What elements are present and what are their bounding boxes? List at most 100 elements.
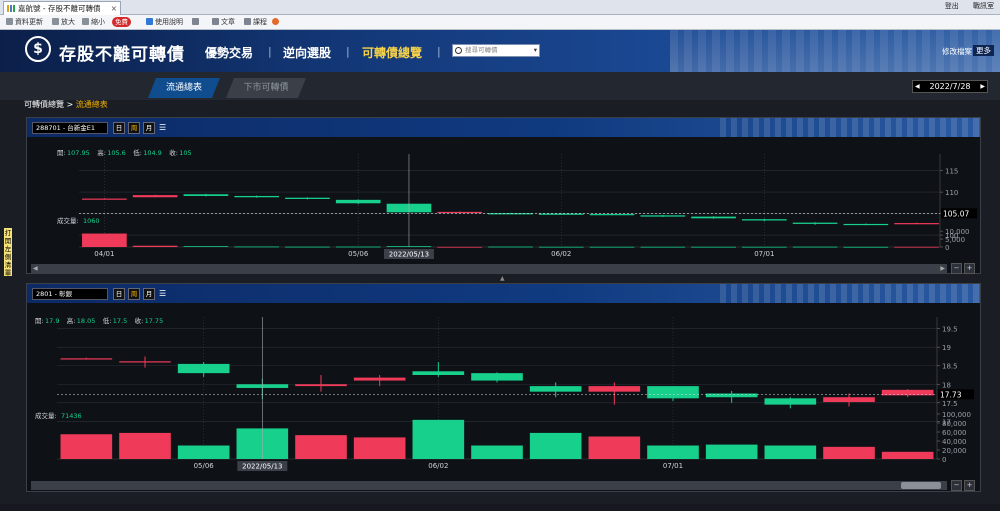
period-week-button[interactable]: 周 bbox=[128, 288, 140, 300]
ohlc-value: 105.6 bbox=[107, 149, 126, 157]
scroll-right-icon[interactable]: ▶ bbox=[940, 264, 945, 273]
badge-button[interactable] bbox=[272, 15, 281, 29]
browser-tab[interactable]: 嘉航號 - 存股不離可轉債 × bbox=[3, 1, 121, 15]
chart-favicon-icon bbox=[7, 5, 15, 12]
candlestick-chart-2[interactable]: 19.51918.51817.517100,00080,00060,00040,… bbox=[27, 304, 982, 480]
breadcrumb-root[interactable]: 可轉債總覽 bbox=[24, 100, 64, 109]
browser-tab-bar: 嘉航號 - 存股不離可轉債 × 登出 戰訊室 bbox=[0, 0, 1000, 15]
settings-sliders-icon[interactable]: ☰ bbox=[159, 289, 169, 298]
volume-bar bbox=[488, 246, 533, 248]
date-selector[interactable]: ◀ 2022/7/28 ▶ bbox=[912, 80, 988, 93]
dollar-logo-icon[interactable]: $ bbox=[25, 36, 51, 62]
nav-cb-overview[interactable]: 可轉債總覽 bbox=[362, 44, 422, 61]
app-toolbar: 資料更新 放大 縮小 免費 使用說明 文章 課程 bbox=[0, 15, 1000, 30]
courses-button[interactable]: 課程 bbox=[244, 15, 267, 29]
free-button[interactable]: 免費 bbox=[112, 15, 131, 29]
chevron-down-icon[interactable]: ▾ bbox=[534, 45, 537, 56]
zoom-out-icon[interactable]: − bbox=[951, 263, 962, 274]
volume-bar bbox=[353, 437, 406, 459]
candle-body bbox=[353, 377, 406, 381]
zoom-in-button[interactable]: 放大 bbox=[52, 15, 75, 29]
volume-bar bbox=[285, 246, 330, 248]
panel-1-toolbar: 288701 - 台新金E1 日 周 月 ☰ bbox=[27, 118, 980, 137]
volume-bar bbox=[183, 246, 229, 248]
volume-bar bbox=[843, 246, 889, 248]
volume-bar bbox=[881, 451, 934, 459]
period-week-button[interactable]: 周 bbox=[128, 122, 140, 134]
tab-close-icon[interactable]: × bbox=[111, 2, 117, 15]
zoom-in-icon[interactable]: + bbox=[964, 480, 975, 491]
price-tick-label: 18.5 bbox=[942, 363, 958, 371]
candle-body bbox=[471, 373, 523, 381]
candle-body bbox=[589, 214, 635, 216]
candlestick-chart-1[interactable]: 11511010510010,0005,000004/0105/0606/020… bbox=[27, 138, 982, 263]
ohlc-value: 17.9 bbox=[45, 317, 59, 325]
cb-search-input[interactable]: 搜尋可轉債 ▾ bbox=[452, 44, 540, 57]
zoom-out-icon[interactable]: − bbox=[951, 480, 962, 491]
symbol-selector[interactable]: 2801 - 彰銀 bbox=[32, 288, 108, 300]
panel-divider-handle[interactable]: ▲ bbox=[500, 275, 505, 282]
scroll-left-icon[interactable]: ◀ bbox=[33, 264, 38, 273]
more-menu-button[interactable]: 更多 bbox=[973, 45, 994, 56]
tab-circulation-table[interactable]: 流通總表 bbox=[148, 78, 220, 98]
volume-bar bbox=[132, 245, 178, 247]
volume-tick-label: 60,000 bbox=[942, 429, 967, 437]
help-button[interactable]: 使用說明 bbox=[146, 15, 183, 29]
volume-bar bbox=[691, 246, 736, 248]
settings-sliders-icon[interactable]: ☰ bbox=[159, 123, 169, 132]
scrollbar-thumb[interactable] bbox=[901, 482, 941, 489]
courses-label: 課程 bbox=[253, 18, 267, 26]
candle-body bbox=[119, 361, 171, 363]
tab-delisted-cb[interactable]: 下市可轉債 bbox=[226, 78, 306, 98]
price-tick-label: 115 bbox=[945, 168, 958, 176]
refresh-label: 資料更新 bbox=[15, 18, 43, 26]
war-room-link[interactable]: 戰訊室 bbox=[973, 2, 994, 10]
nav-reverse-picking[interactable]: 逆向選股 bbox=[283, 44, 331, 61]
zoom-in-label: 放大 bbox=[61, 18, 75, 26]
ohlc-label: 低: bbox=[103, 316, 112, 325]
zoom-out-icon bbox=[82, 18, 89, 25]
refresh-button[interactable]: 資料更新 bbox=[6, 15, 43, 29]
next-date-icon[interactable]: ▶ bbox=[980, 81, 985, 92]
zoom-out-button[interactable]: 縮小 bbox=[82, 15, 105, 29]
candle-body bbox=[285, 197, 330, 199]
nav-separator: | bbox=[268, 45, 272, 58]
ohlc-value: 107.95 bbox=[67, 149, 90, 157]
volume-tick-label: 20,000 bbox=[942, 447, 967, 455]
chart-1-scrollbar[interactable]: ◀ ▶ bbox=[31, 264, 947, 273]
volume-bar bbox=[640, 246, 686, 248]
help-icon bbox=[146, 18, 153, 25]
zoom-in-icon[interactable]: + bbox=[964, 263, 975, 274]
candle-body bbox=[647, 386, 699, 399]
x-tick-label: 07/01 bbox=[754, 250, 774, 258]
articles-button[interactable]: 文章 bbox=[212, 15, 235, 29]
period-month-button[interactable]: 月 bbox=[143, 288, 155, 300]
breadcrumb-current: 流通總表 bbox=[75, 100, 108, 109]
volume-bar bbox=[647, 445, 699, 459]
chart-panel-1: 288701 - 台新金E1 日 周 月 ☰ 11511010510010,00… bbox=[26, 117, 981, 274]
free-badge: 免費 bbox=[112, 17, 131, 27]
search-icon bbox=[455, 47, 462, 54]
candle-body bbox=[60, 358, 113, 360]
nav-separator: | bbox=[346, 45, 350, 58]
chart-2-scrollbar[interactable] bbox=[31, 481, 947, 490]
period-day-button[interactable]: 日 bbox=[113, 122, 125, 134]
prev-date-icon[interactable]: ◀ bbox=[915, 81, 920, 92]
candle-body bbox=[640, 215, 686, 217]
search-placeholder: 搜尋可轉債 bbox=[465, 46, 498, 54]
period-month-button[interactable]: 月 bbox=[143, 122, 155, 134]
period-day-button[interactable]: 日 bbox=[113, 288, 125, 300]
open-left-list-tab[interactable]: 打開左側清單 bbox=[4, 228, 12, 277]
ohlc-value: 17.75 bbox=[145, 317, 164, 325]
course-icon bbox=[244, 18, 251, 25]
volume-bar bbox=[335, 246, 381, 248]
panel-2-toolbar: 2801 - 彰銀 日 周 月 ☰ bbox=[27, 284, 980, 303]
logout-link[interactable]: 登出 bbox=[945, 2, 959, 10]
contacts-button[interactable] bbox=[192, 15, 201, 29]
page-footer bbox=[0, 504, 1000, 511]
nav-advantage-trading[interactable]: 優勢交易 bbox=[205, 44, 253, 61]
brand-title[interactable]: 存股不離可轉債 bbox=[59, 40, 185, 65]
edit-file-link[interactable]: 修改檔案 bbox=[942, 46, 972, 57]
symbol-selector[interactable]: 288701 - 台新金E1 bbox=[32, 122, 108, 134]
site-header: $ 存股不離可轉債 優勢交易 | 逆向選股 | 可轉債總覽 | 搜尋可轉債 ▾ … bbox=[0, 30, 1000, 72]
